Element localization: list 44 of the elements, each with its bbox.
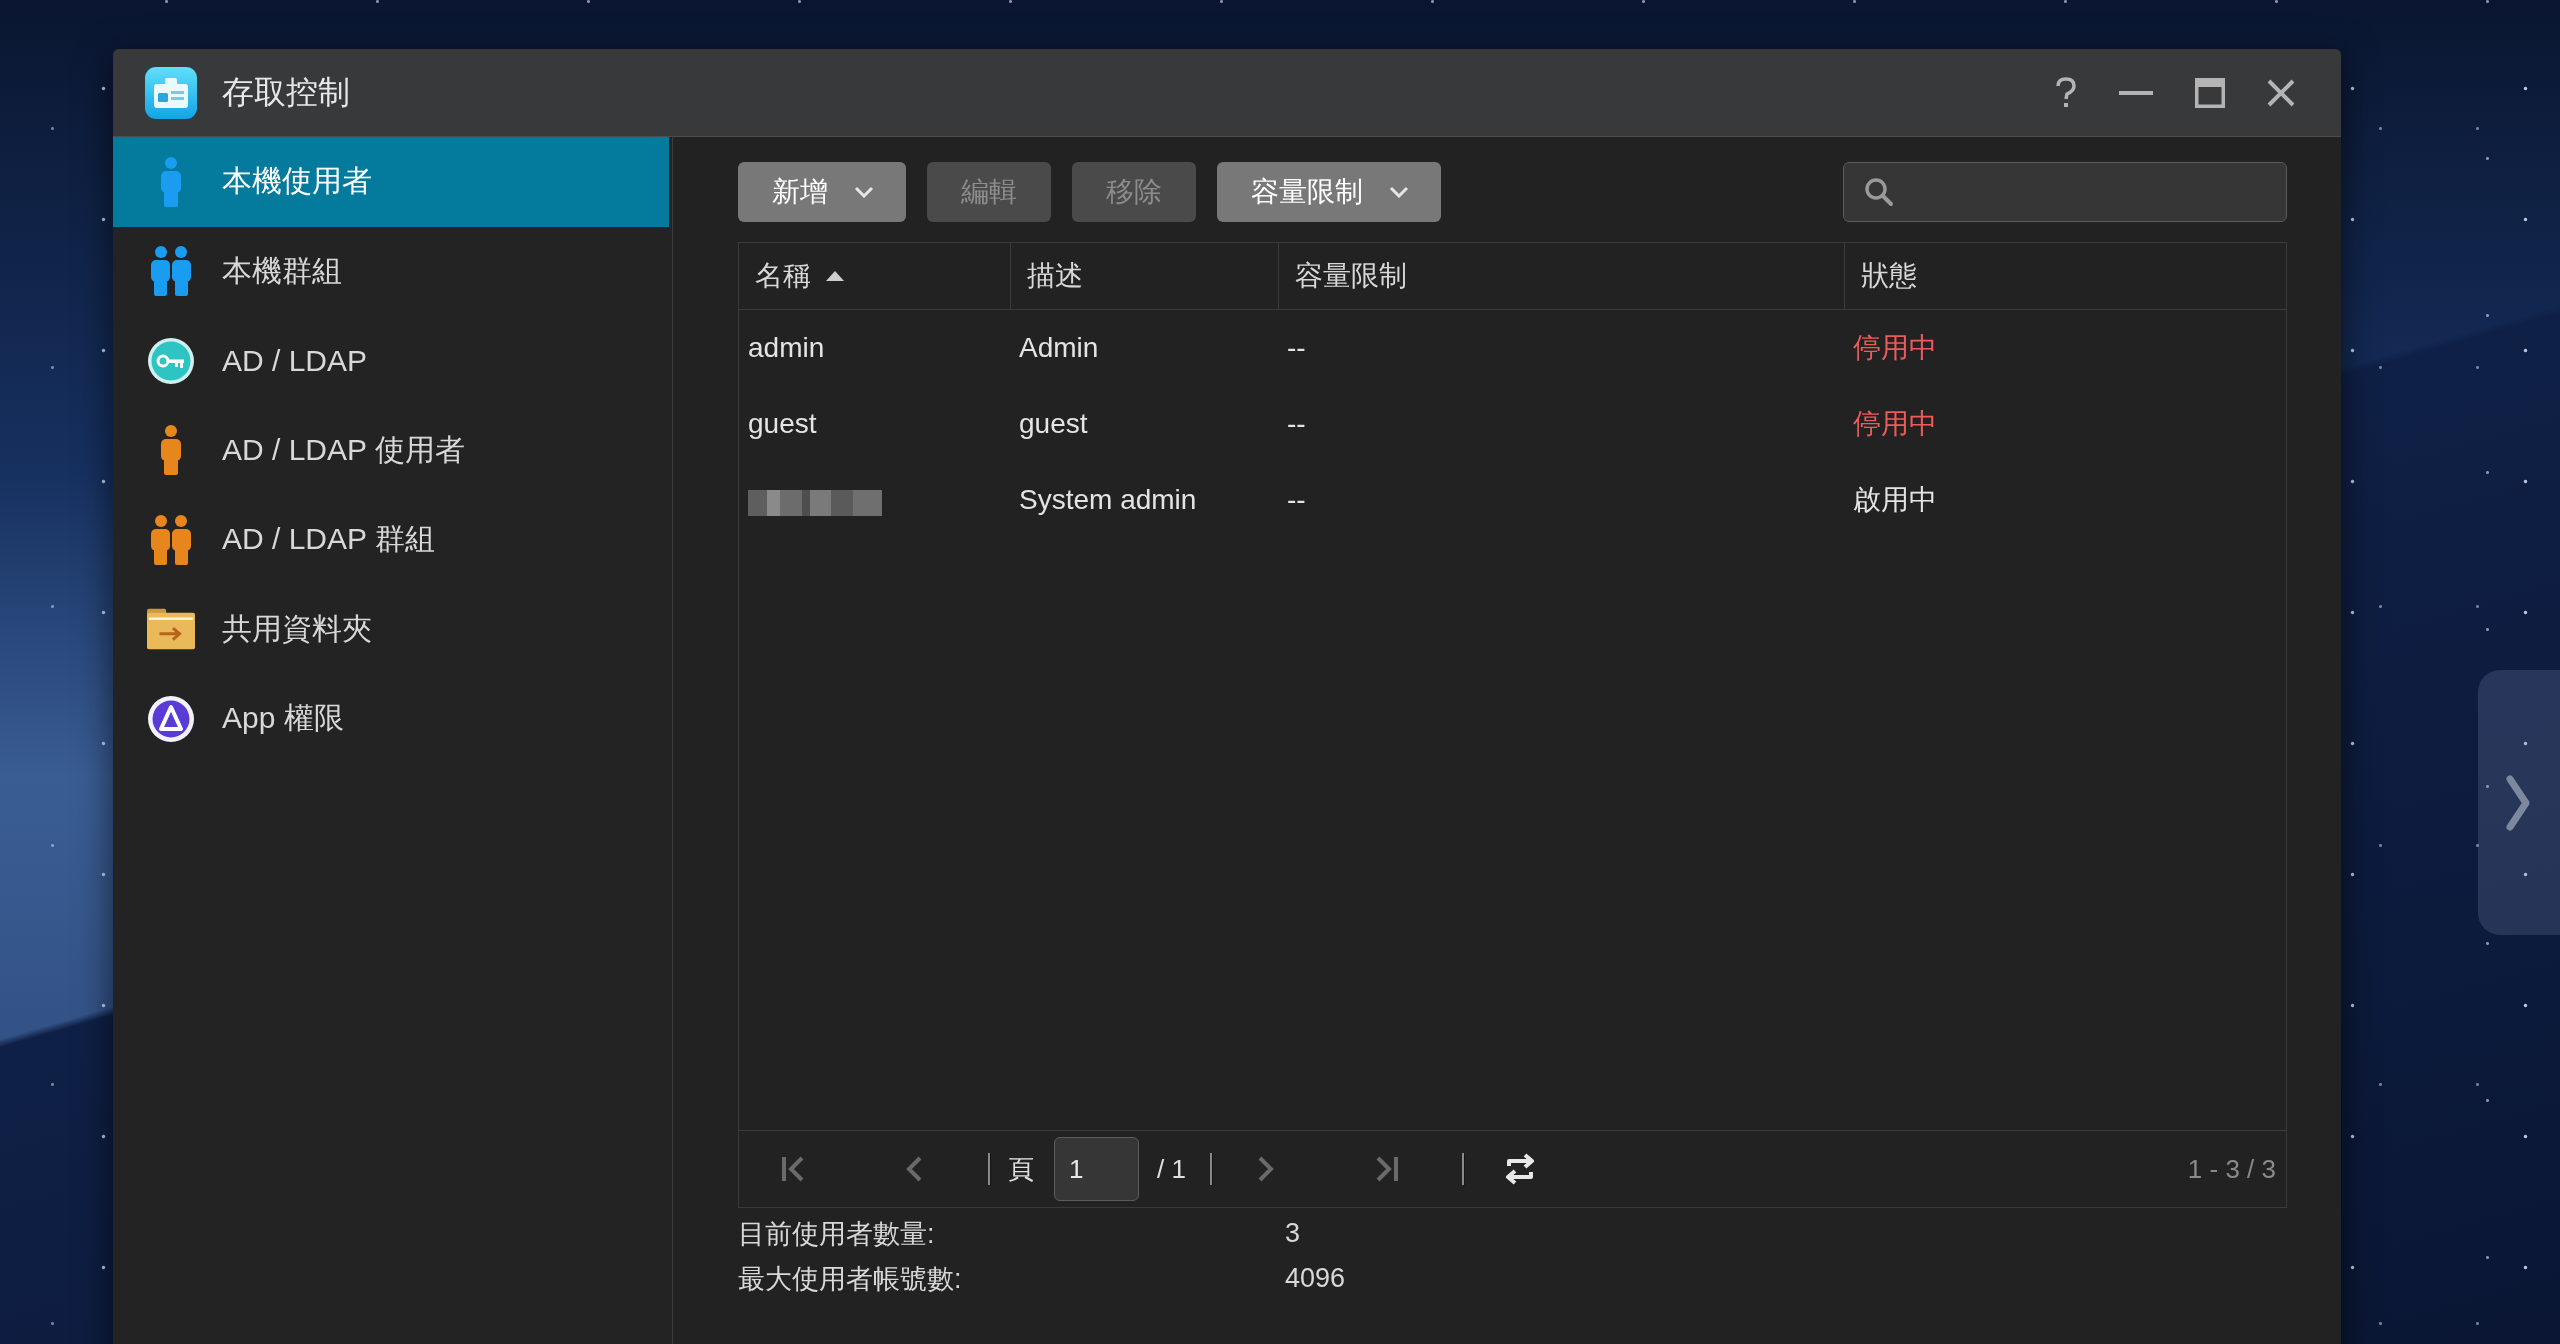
table-cell-text: -- bbox=[1286, 408, 1306, 440]
chevron-right-icon bbox=[2506, 774, 2530, 831]
window-title: 存取控制 bbox=[222, 72, 350, 112]
table-cell-text: Admin bbox=[1018, 332, 1099, 364]
column-header[interactable]: 描述 bbox=[1010, 243, 1278, 309]
table-cell-text: guest bbox=[747, 408, 817, 440]
toolbar-button[interactable]: 容量限制 bbox=[1217, 162, 1441, 222]
caret-down-icon bbox=[1389, 186, 1409, 198]
sidebar-item[interactable]: AD / LDAP bbox=[113, 316, 669, 406]
page-number-field[interactable]: 1 bbox=[1054, 1137, 1139, 1201]
search-field[interactable] bbox=[1843, 162, 2287, 222]
sidebar-item[interactable]: 本機群組 bbox=[113, 226, 669, 316]
column-header[interactable]: 名稱 bbox=[739, 243, 1010, 309]
table-cell-text: System admin bbox=[1018, 484, 1197, 516]
column-header[interactable]: 狀態 bbox=[1844, 243, 2286, 309]
table-cell-text: guest bbox=[1018, 408, 1088, 440]
sidebar-item[interactable]: AD / LDAP 使用者 bbox=[113, 405, 669, 495]
page-total: / 1 bbox=[1157, 1153, 1186, 1185]
summary-label: 最大使用者帳號數: bbox=[738, 1262, 962, 1296]
table-cell-text: admin bbox=[747, 332, 825, 364]
sidebar-item[interactable]: AD / LDAP 群組 bbox=[113, 495, 669, 585]
summary-label: 目前使用者數量: bbox=[738, 1217, 935, 1251]
column-header[interactable]: 容量限制 bbox=[1278, 243, 1844, 309]
sidebar-item[interactable]: 本機使用者 bbox=[113, 137, 669, 227]
table-cell-text: -- bbox=[1286, 484, 1306, 516]
status-cell-text: 停用中 bbox=[1852, 331, 1937, 365]
side-arrow-button[interactable] bbox=[2478, 670, 2560, 935]
sidebar-item[interactable]: App 權限 bbox=[113, 674, 669, 764]
summary-value: 3 bbox=[1285, 1218, 1301, 1249]
caret-down-icon bbox=[854, 186, 874, 198]
status-cell-text: 啟用中 bbox=[1852, 483, 1937, 517]
page-label: 頁 bbox=[1008, 1152, 1034, 1186]
summary-value: 4096 bbox=[1285, 1263, 1346, 1294]
table-cell-text: -- bbox=[1286, 332, 1306, 364]
maximize-icon[interactable] bbox=[2195, 77, 2225, 108]
toolbar-button[interactable]: 新增 bbox=[738, 162, 906, 222]
minimize-icon[interactable] bbox=[2119, 90, 2153, 95]
id-badge-icon bbox=[145, 66, 197, 119]
record-range: 1 - 3 / 3 bbox=[2187, 1153, 2276, 1185]
help-icon[interactable] bbox=[2055, 76, 2077, 109]
search-icon bbox=[1864, 177, 1894, 207]
close-icon[interactable] bbox=[2267, 78, 2295, 107]
sidebar-item[interactable]: 共用資料夾 bbox=[113, 584, 669, 674]
status-cell-text: 停用中 bbox=[1852, 407, 1937, 441]
